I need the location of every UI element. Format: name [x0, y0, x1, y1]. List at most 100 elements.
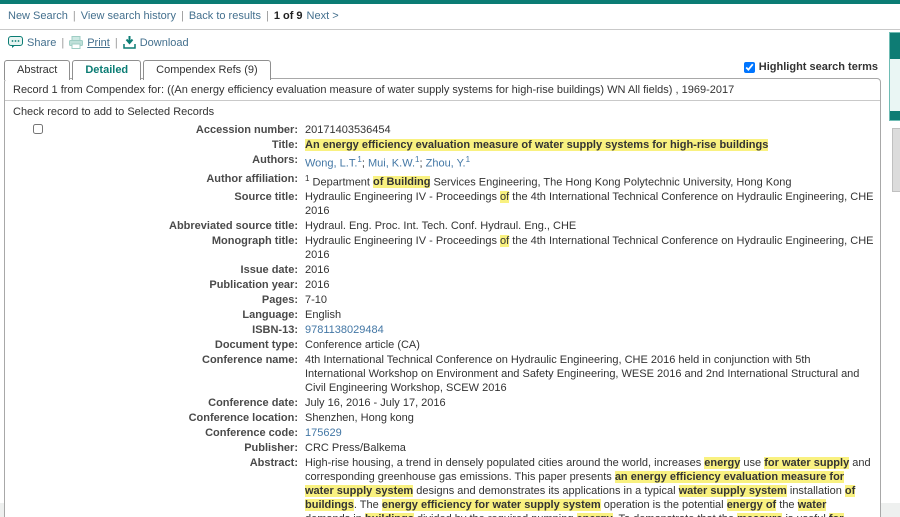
- highlighted-text: of: [500, 191, 510, 204]
- top-navigation: New Search | View search history | Back to r…: [0, 4, 900, 27]
- field-value: 2016: [305, 279, 330, 292]
- field-label: Document type:: [214, 339, 298, 352]
- nav-link-view-search-history[interactable]: View search history: [81, 10, 176, 22]
- field-value: 9781138029484: [305, 323, 874, 337]
- field-label: Publication year:: [209, 279, 298, 292]
- tab-abstract[interactable]: Abstract: [4, 60, 71, 80]
- field-label: Accession number:: [5, 123, 305, 137]
- field-label: Language:: [242, 309, 298, 322]
- field-value: High-rise housing, a trend in densely po…: [305, 456, 874, 517]
- tab-detailed[interactable]: Detailed: [72, 60, 142, 80]
- result-position: 1 of 9: [273, 10, 303, 22]
- record-field-row: Source title: Hydraulic Engineering IV - …: [5, 190, 874, 218]
- divider: |: [72, 10, 76, 22]
- divider: |: [265, 10, 269, 22]
- field-label: Abbreviated source title:: [169, 220, 298, 233]
- record-field-row: Document type: Conference article (CA): [5, 338, 874, 352]
- share-speech-bubble-icon: [8, 36, 23, 49]
- record-field-row: Conference code: 175629: [5, 426, 874, 440]
- field-label: Title:: [271, 139, 298, 151]
- download-icon: [122, 36, 136, 49]
- record-toolbar: Share | Print | Download: [0, 30, 900, 54]
- record-detail-panel: Record 1 from Compendex for: ((An energy…: [4, 78, 881, 517]
- nav-link-new-search[interactable]: New Search: [8, 10, 68, 22]
- field-label: ISBN-13:: [252, 324, 298, 337]
- highlighted-text: measure: [737, 513, 783, 517]
- next-result-link[interactable]: Next >: [307, 10, 339, 22]
- term-link[interactable]: 9781138029484: [305, 324, 384, 336]
- highlighted-text: of Building: [373, 176, 431, 189]
- highlighted-text: An energy efficiency evaluation measure …: [305, 139, 769, 151]
- term-link[interactable]: Mui, K.W.: [368, 158, 415, 170]
- field-label: Author affiliation:: [206, 172, 298, 185]
- highlighted-text: energy: [704, 457, 741, 470]
- field-value: July 16, 2016 - July 17, 2016: [305, 397, 446, 410]
- term-link[interactable]: 1: [415, 155, 419, 164]
- term-link[interactable]: 1: [466, 155, 470, 164]
- highlighted-text: water supply system: [678, 485, 787, 498]
- highlight-search-checkbox[interactable]: [743, 61, 755, 73]
- record-field-row: Author affiliation: 1 Department of Build…: [5, 172, 874, 190]
- field-value: An energy efficiency evaluation measure …: [305, 138, 874, 152]
- term-link[interactable]: 1: [357, 155, 361, 164]
- field-value: 20171403536454: [305, 124, 391, 136]
- highlighted-text: energy: [576, 513, 613, 517]
- download-label: Download: [139, 36, 189, 49]
- term-link[interactable]: 175629: [305, 427, 342, 439]
- record-query-header: Record 1 from Compendex for: ((An energy…: [5, 79, 880, 101]
- record-field-row: Authors: Wong, L.T.1; Mui, K.W.1; Zhou, Y…: [5, 153, 874, 171]
- field-value: 1 Department of Building Services Engine…: [305, 173, 792, 189]
- field-label: Source title:: [234, 191, 298, 204]
- highlighted-text: buildings: [364, 513, 414, 517]
- nav-link-back-to-results[interactable]: Back to results: [189, 10, 261, 22]
- term-link[interactable]: Wong, L.T.: [305, 158, 357, 170]
- record-fields: Accession number: 20171403536454 Title: An …: [5, 120, 880, 517]
- record-field-row: ISBN-13: 9781138029484: [5, 323, 874, 337]
- field-value: 2016: [305, 264, 330, 277]
- field-value: Hydraulic Engineering IV - Proceedings o…: [305, 191, 874, 218]
- print-label: Print: [87, 36, 110, 49]
- download-button[interactable]: Download: [122, 36, 189, 49]
- share-button[interactable]: Share: [8, 36, 56, 49]
- field-value: English: [305, 309, 342, 322]
- highlighted-text: energy of: [726, 499, 777, 512]
- check-record-note: Check record to add to Selected Records: [13, 106, 215, 118]
- field-value: Hydraul. Eng. Proc. Int. Tech. Conf. Hyd…: [305, 220, 577, 233]
- field-value: 175629: [305, 426, 874, 440]
- select-record-checkbox[interactable]: [33, 124, 43, 134]
- field-label: Monograph title:: [211, 235, 298, 248]
- side-panel-tab[interactable]: [889, 32, 900, 121]
- divider: |: [61, 36, 65, 49]
- highlight-search-terms-toggle[interactable]: Highlight search terms: [743, 61, 878, 73]
- field-value: CRC Press/Balkema: [305, 442, 406, 455]
- highlighted-text: water: [797, 499, 827, 512]
- printer-icon: [69, 36, 84, 49]
- term-link[interactable]: Zhou, Y.: [426, 158, 466, 170]
- field-label: Conference name:: [202, 354, 298, 367]
- field-value: Shenzhen, Hong kong: [305, 412, 414, 425]
- share-label: Share: [27, 36, 57, 49]
- highlight-search-label: Highlight search terms: [758, 61, 878, 73]
- record-field-row: Conference location: Shenzhen, Hong kong: [5, 411, 874, 425]
- field-value: Wong, L.T.1; Mui, K.W.1; Zhou, Y.1: [305, 155, 471, 170]
- field-label: Publisher:: [244, 442, 298, 455]
- print-button[interactable]: Print: [69, 36, 110, 49]
- highlighted-text: energy efficiency for water supply syste…: [381, 499, 601, 512]
- record-field-row: Pages: 7-10: [5, 293, 874, 307]
- record-field-row: Publisher: CRC Press/Balkema: [5, 441, 874, 455]
- record-field-row: Language: English: [5, 308, 874, 322]
- record-field-row: Conference date: July 16, 2016 - July 17,…: [5, 396, 874, 410]
- highlighted-text: for water supply: [764, 457, 850, 470]
- field-value: Hydraulic Engineering IV - Proceedings o…: [305, 235, 874, 262]
- side-scroll-handle[interactable]: [892, 128, 900, 192]
- record-field-row: Issue date: 2016: [5, 263, 874, 277]
- tab-compendex-refs-9-[interactable]: Compendex Refs (9): [143, 60, 271, 80]
- field-value: 4th International Technical Conference o…: [305, 354, 860, 395]
- field-label: Conference location:: [188, 412, 298, 425]
- field-label: Issue date:: [240, 264, 298, 277]
- record-field-row: Monograph title: Hydraulic Engineering IV…: [5, 234, 874, 262]
- field-label: Conference code:: [205, 427, 298, 440]
- record-field-row: Title: An energy efficiency evaluation me…: [5, 138, 874, 152]
- field-label: Authors:: [252, 154, 298, 166]
- divider: |: [180, 10, 184, 22]
